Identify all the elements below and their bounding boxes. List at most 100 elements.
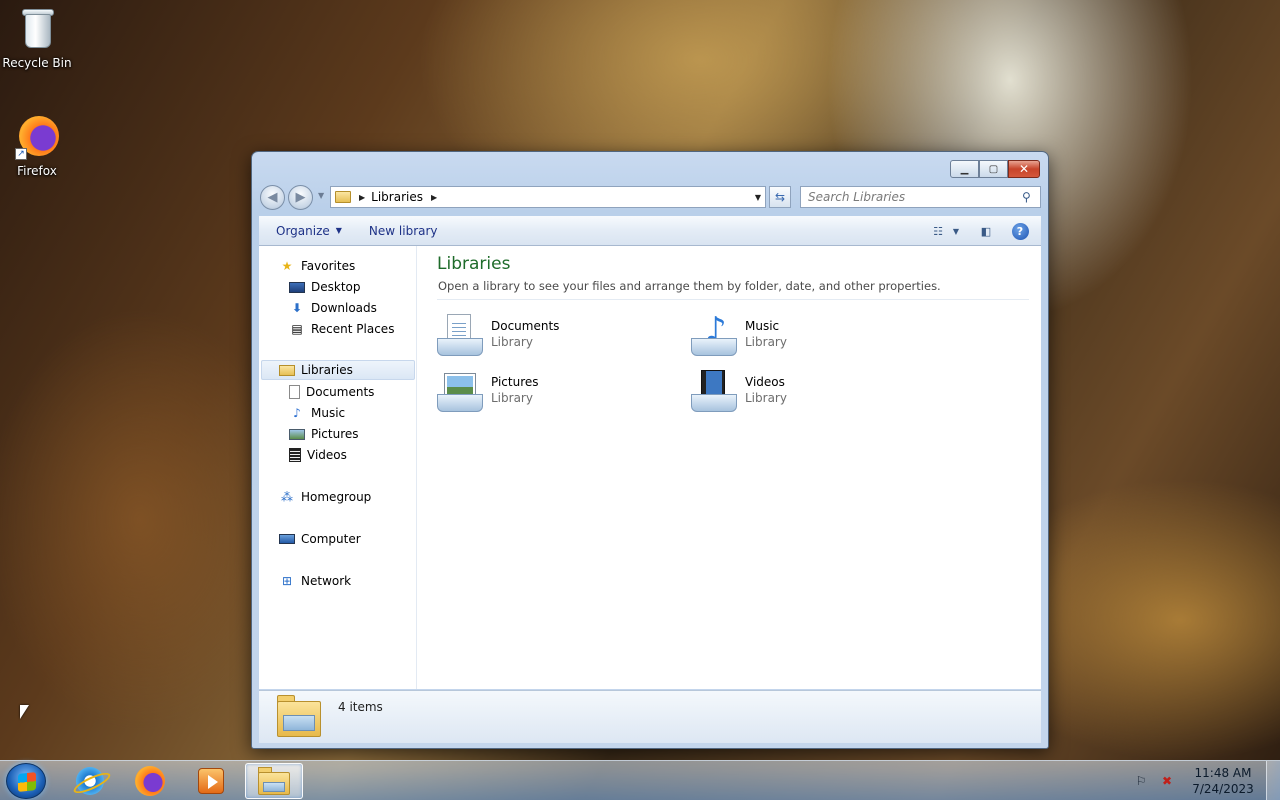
recycle-bin-icon bbox=[15, 6, 59, 52]
breadcrumb-separator-icon[interactable]: ▶ bbox=[359, 193, 365, 202]
nav-item-downloads[interactable]: ⬇ Downloads bbox=[289, 298, 377, 318]
library-name: Documents bbox=[491, 319, 560, 333]
minimize-button[interactable]: ▁ bbox=[950, 160, 979, 178]
help-icon: ? bbox=[1011, 222, 1029, 240]
back-button[interactable]: ◀ bbox=[260, 185, 285, 210]
preview-pane-button[interactable]: ◧ bbox=[975, 221, 997, 241]
nav-label: Network bbox=[301, 574, 352, 588]
view-options-dropdown[interactable]: ▼ bbox=[949, 221, 963, 241]
music-library-icon: ♪ bbox=[691, 312, 739, 358]
nav-label: Favorites bbox=[301, 259, 356, 273]
nav-item-network[interactable]: ⊞ Network bbox=[279, 571, 351, 591]
clock-time: 11:48 AM bbox=[1194, 766, 1252, 780]
divider bbox=[437, 299, 1029, 300]
music-icon: ♪ bbox=[293, 406, 301, 420]
library-item-documents[interactable]: Documents Library bbox=[437, 312, 667, 360]
nav-item-documents[interactable]: Documents bbox=[289, 382, 374, 402]
search-input[interactable] bbox=[801, 190, 1022, 204]
downloads-icon: ⬇ bbox=[291, 301, 303, 315]
close-button[interactable]: ✕ bbox=[1008, 160, 1040, 178]
library-name: Videos bbox=[745, 375, 785, 389]
computer-icon bbox=[279, 534, 295, 544]
internet-explorer-icon bbox=[76, 767, 104, 795]
nav-item-homegroup[interactable]: ⁂ Homegroup bbox=[279, 487, 371, 507]
nav-item-desktop[interactable]: Desktop bbox=[289, 277, 361, 297]
clock-date: 7/24/2023 bbox=[1192, 782, 1254, 796]
library-type: Library bbox=[745, 391, 787, 405]
clock[interactable]: 11:48 AM 7/24/2023 bbox=[1188, 765, 1258, 797]
content-area: ★ Favorites Desktop ⬇ Downloads ▤ Recent… bbox=[259, 246, 1041, 689]
documents-icon bbox=[289, 385, 300, 399]
show-desktop-button[interactable] bbox=[1266, 761, 1280, 800]
organize-button[interactable]: Organize ▼ bbox=[266, 219, 352, 243]
caption-buttons: ▁ ▢ ✕ bbox=[950, 160, 1040, 178]
taskbar-media-player[interactable] bbox=[182, 763, 240, 799]
nav-item-music[interactable]: ♪ Music bbox=[289, 403, 345, 423]
file-list: Libraries Open a library to see your fil… bbox=[417, 246, 1041, 689]
nav-label: Downloads bbox=[311, 301, 377, 315]
network-icon: ⊞ bbox=[281, 574, 293, 588]
action-center-icon[interactable]: ⚐ bbox=[1132, 773, 1150, 789]
nav-label: Desktop bbox=[311, 280, 361, 294]
library-item-pictures[interactable]: Pictures Library bbox=[437, 368, 667, 416]
nav-item-recent-places[interactable]: ▤ Recent Places bbox=[289, 319, 394, 339]
taskbar-windows-explorer[interactable] bbox=[245, 763, 303, 799]
nav-label: Music bbox=[311, 406, 346, 420]
search-icon[interactable]: ⚲ bbox=[1022, 190, 1040, 204]
network-disconnected-icon[interactable]: ✖ bbox=[1158, 773, 1176, 789]
libraries-folder-icon bbox=[335, 191, 351, 203]
media-player-icon bbox=[198, 768, 224, 794]
homegroup-icon: ⁂ bbox=[281, 490, 293, 504]
help-button[interactable]: ? bbox=[1009, 221, 1031, 241]
desktop-icon-label: Recycle Bin bbox=[2, 56, 72, 70]
firefox-icon bbox=[135, 766, 165, 796]
taskbar-firefox[interactable] bbox=[121, 763, 179, 799]
taskbar-internet-explorer[interactable] bbox=[61, 763, 119, 799]
refresh-icon: ⇆ bbox=[774, 190, 786, 204]
nav-label: Pictures bbox=[311, 427, 359, 441]
item-count: 4 items bbox=[338, 700, 383, 714]
forward-arrow-icon: ▶ bbox=[295, 190, 306, 205]
desktop-icon-label: Firefox bbox=[17, 164, 57, 178]
library-item-music[interactable]: ♪ Music Library bbox=[691, 312, 921, 360]
address-dropdown-icon[interactable]: ▼ bbox=[755, 193, 761, 202]
search-box[interactable]: ⚲ bbox=[800, 186, 1041, 208]
nav-item-libraries[interactable]: Libraries bbox=[261, 360, 415, 380]
nav-label: Libraries bbox=[301, 363, 353, 377]
breadcrumb-libraries[interactable]: Libraries bbox=[371, 190, 423, 204]
navigation-bar: ◀ ▶ ▼ ▶ Libraries ▶ ▼ ⇆ ⚲ bbox=[260, 184, 1041, 210]
maximize-button[interactable]: ▢ bbox=[979, 160, 1008, 178]
nav-label: Computer bbox=[301, 532, 361, 546]
desktop-icon-firefox[interactable]: ↗ Firefox bbox=[1, 114, 73, 178]
library-item-videos[interactable]: Videos Library bbox=[691, 368, 921, 416]
page-title: Libraries bbox=[437, 254, 511, 274]
star-icon: ★ bbox=[281, 259, 293, 273]
nav-item-favorites[interactable]: ★ Favorites bbox=[279, 256, 356, 276]
recent-places-icon: ▤ bbox=[291, 322, 303, 336]
recent-pages-dropdown[interactable]: ▼ bbox=[318, 191, 324, 200]
forward-button[interactable]: ▶ bbox=[288, 185, 313, 210]
change-view-button[interactable]: ☷ bbox=[927, 221, 949, 241]
address-bar[interactable]: ▶ Libraries ▶ ▼ bbox=[330, 186, 766, 208]
nav-label: Documents bbox=[306, 385, 375, 399]
desktop-icon-recycle-bin[interactable]: Recycle Bin bbox=[1, 6, 73, 70]
nav-item-computer[interactable]: Computer bbox=[279, 529, 361, 549]
breadcrumb-separator-icon[interactable]: ▶ bbox=[431, 193, 437, 202]
videos-icon bbox=[289, 448, 301, 462]
organize-label: Organize bbox=[276, 223, 330, 238]
start-button[interactable] bbox=[6, 763, 46, 799]
chevron-down-icon: ▼ bbox=[952, 226, 960, 236]
command-bar: Organize ▼ New library ☷ ▼ ◧ ? bbox=[259, 216, 1041, 246]
taskbar: ⚐ ✖ 11:48 AM 7/24/2023 bbox=[0, 760, 1280, 800]
library-name: Pictures bbox=[491, 375, 539, 389]
details-pane: 4 items bbox=[259, 690, 1041, 743]
view-list-icon: ☷ bbox=[933, 224, 943, 238]
library-type: Library bbox=[491, 335, 533, 349]
new-library-button[interactable]: New library bbox=[359, 219, 448, 243]
nav-label: Videos bbox=[307, 448, 347, 462]
videos-library-icon bbox=[691, 368, 739, 414]
nav-item-pictures[interactable]: Pictures bbox=[289, 424, 359, 444]
nav-label: Recent Places bbox=[311, 322, 395, 336]
nav-item-videos[interactable]: Videos bbox=[289, 445, 347, 465]
refresh-button[interactable]: ⇆ bbox=[769, 186, 791, 208]
